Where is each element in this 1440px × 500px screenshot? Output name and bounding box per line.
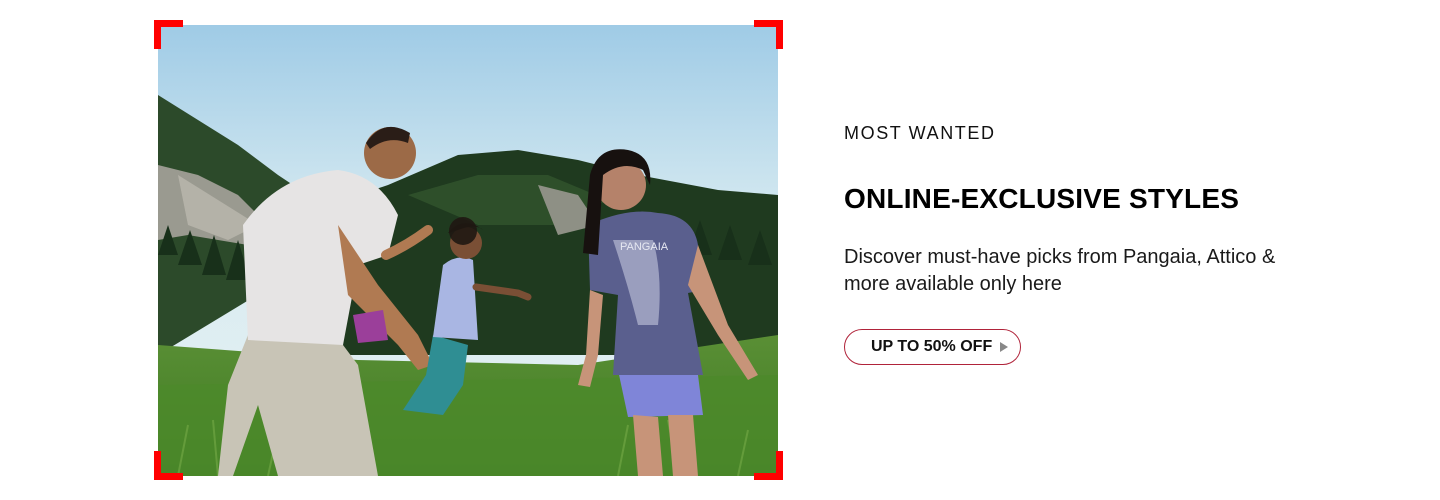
promo-description: Discover must-have picks from Pangaia, A… bbox=[844, 246, 1276, 295]
eyebrow-label: MOST WANTED bbox=[844, 123, 996, 143]
hero-photo[interactable]: PANGAIA bbox=[158, 25, 778, 476]
frame-corner-bottom-right bbox=[754, 451, 783, 480]
hero-photo-illustration: PANGAIA bbox=[158, 25, 778, 476]
frame-corner-top-left bbox=[154, 20, 183, 49]
promo-banner: PANGAIA MOST WANTED ONLINE-EXCLUSIVE STY… bbox=[0, 0, 1440, 500]
promo-text-panel: MOST WANTED ONLINE-EXCLUSIVE STYLES Disc… bbox=[844, 120, 1324, 365]
play-triangle-icon bbox=[1000, 342, 1009, 352]
purple-shorts bbox=[353, 310, 388, 343]
photo-frame: PANGAIA bbox=[154, 20, 783, 480]
promo-headline: ONLINE-EXCLUSIVE STYLES bbox=[844, 183, 1240, 214]
shirt-print-text: PANGAIA bbox=[620, 241, 669, 253]
shop-discount-button[interactable]: UP TO 50% OFF bbox=[844, 329, 1022, 365]
frame-corner-top-right bbox=[754, 20, 783, 49]
cta-label: UP TO 50% OFF bbox=[871, 338, 993, 355]
frame-corner-bottom-left bbox=[154, 451, 183, 480]
